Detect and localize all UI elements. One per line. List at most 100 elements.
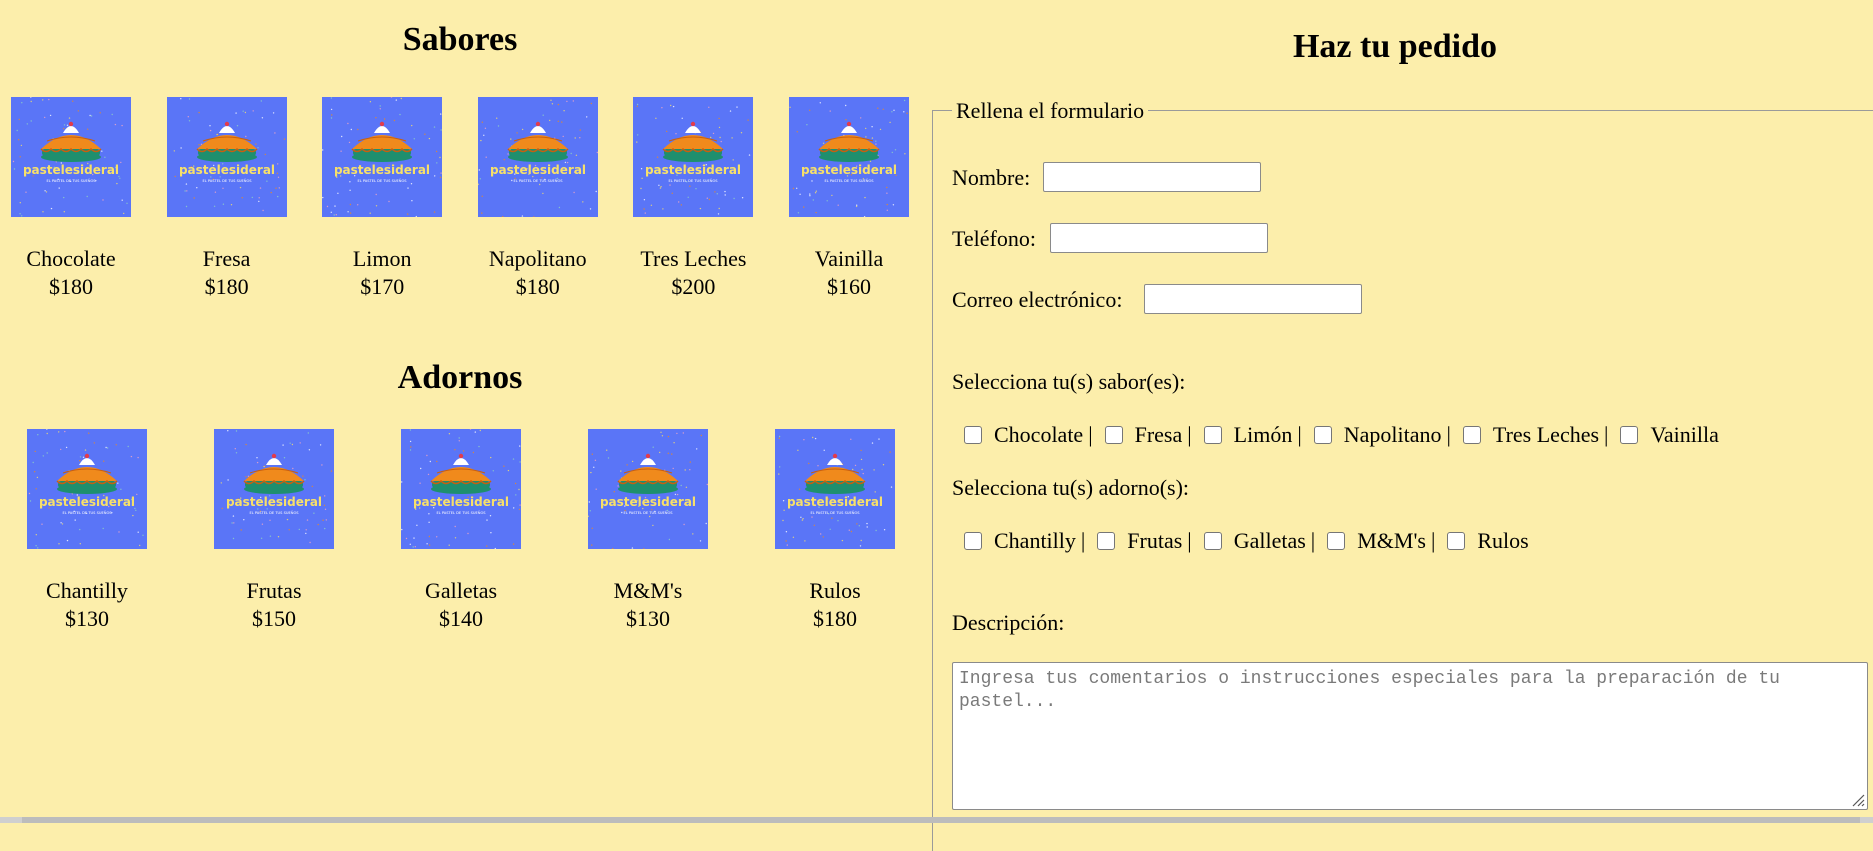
product-price: $200: [671, 274, 716, 299]
separator: |: [1080, 528, 1086, 553]
sabores-title: Sabores: [402, 21, 518, 58]
logo-wordmark: pastelesideral: [600, 495, 696, 509]
logo-tagline: EL PASTEL DE TUS SUEÑOS: [249, 510, 299, 515]
product-image: pastelesideral EL PASTEL DE TUS SUEÑOS: [214, 429, 334, 549]
checkbox-label[interactable]: Frutas: [1127, 527, 1182, 555]
checkbox-label[interactable]: Napolitano: [1344, 421, 1442, 449]
checkbox-option[interactable]: M&M's |: [1321, 527, 1441, 555]
checkbox-option[interactable]: Limón |: [1198, 421, 1308, 449]
checkbox-option[interactable]: Tres Leches |: [1457, 421, 1615, 449]
logo-tagline: EL PASTEL DE TUS SUEÑOS: [824, 178, 874, 183]
product-image: pastelesideral EL PASTEL DE TUS SUEÑOS: [322, 97, 443, 217]
logo-tagline: EL PASTEL DE TUS SUEÑOS: [810, 510, 860, 515]
logo-wordmark: pastelesideral: [645, 163, 741, 177]
checkbox-label[interactable]: Chocolate: [994, 421, 1083, 449]
product-name: Chantilly: [46, 578, 128, 603]
checkbox[interactable]: [964, 426, 982, 444]
product-name: Tres Leches: [640, 246, 747, 271]
product-image: pastelesideral EL PASTEL DE TUS SUEÑOS: [789, 97, 909, 217]
checkbox-label[interactable]: Limón: [1234, 421, 1293, 449]
pie-icon: [40, 121, 102, 162]
separator: |: [1297, 422, 1302, 447]
product-image: pastelesideral EL PASTEL DE TUS SUEÑOS: [401, 429, 521, 549]
checkbox[interactable]: [1104, 426, 1123, 444]
logo-wordmark: pastelesideral: [413, 495, 509, 509]
separator: |: [1187, 528, 1192, 553]
checkbox-option[interactable]: Rulos: [1441, 527, 1529, 555]
checkbox-option[interactable]: Napolitano |: [1308, 421, 1457, 449]
product-name: Frutas: [246, 578, 302, 603]
separator: |: [1088, 422, 1093, 447]
logo-wordmark: pastelesideral: [226, 495, 322, 509]
descripcion-placeholder: Ingresa tus comentarios o instrucciones …: [959, 669, 1780, 712]
adornos-title: Adornos: [397, 359, 523, 396]
checkbox-label[interactable]: M&M's: [1357, 527, 1426, 555]
product-name: Fresa: [202, 246, 251, 271]
checkbox[interactable]: [1447, 532, 1466, 550]
product-name: Vainilla: [814, 246, 884, 271]
logo-tagline: EL PASTEL DE TUS SUEÑOS: [436, 510, 486, 515]
checkbox[interactable]: [1313, 426, 1332, 444]
product-card-sabores: pastelesideral EL PASTEL DE TUS SUEÑOS Nap…: [468, 97, 608, 301]
checkbox-label[interactable]: Fresa: [1135, 421, 1183, 449]
logo-wordmark: pastelesideral: [179, 163, 275, 177]
product-image: pastelesideral EL PASTEL DE TUS SUEÑOS: [477, 97, 598, 217]
pie-icon: [617, 453, 679, 494]
horizontal-scrollbar-thumb[interactable]: [22, 817, 1860, 823]
telefono-label: Teléfono:: [952, 226, 1036, 251]
checkbox-label[interactable]: Tres Leches: [1493, 421, 1599, 449]
checkbox[interactable]: [1462, 426, 1481, 444]
checkbox-label[interactable]: Galletas: [1234, 527, 1306, 555]
telefono-input[interactable]: [1050, 223, 1268, 253]
product-name: Limon: [352, 246, 412, 271]
logo-wordmark: pastelesideral: [801, 163, 897, 177]
resize-grip-icon[interactable]: [1851, 793, 1865, 807]
product-image: pastelesideral EL PASTEL DE TUS SUEÑOS: [11, 97, 131, 217]
sabores-checkbox-group: Chocolate | Fresa | Limón | Napolitano | Tres Le…: [958, 421, 1719, 449]
pie-icon: [507, 121, 569, 162]
checkbox[interactable]: [964, 532, 982, 550]
separator: |: [1187, 422, 1192, 447]
checkbox-option[interactable]: Chantilly |: [958, 527, 1091, 555]
checkbox-option[interactable]: Fresa |: [1099, 421, 1198, 449]
checkbox-label[interactable]: Vainilla: [1650, 421, 1718, 449]
product-name: Napolitano: [488, 246, 587, 271]
correo-input[interactable]: [1144, 284, 1362, 314]
product-name: Rulos: [809, 578, 861, 603]
separator: |: [1310, 528, 1316, 553]
checkbox[interactable]: [1203, 426, 1222, 444]
product-price: $130: [65, 606, 109, 631]
checkbox-label[interactable]: Chantilly: [994, 527, 1076, 555]
product-price: $180: [49, 274, 93, 299]
product-price: $180: [515, 274, 560, 299]
product-image: pastelesideral EL PASTEL DE TUS SUEÑOS: [27, 429, 147, 549]
product-price: $140: [439, 606, 483, 631]
product-image: pastelesideral EL PASTEL DE TUS SUEÑOS: [166, 97, 287, 217]
product-card-sabores: pastelesideral EL PASTEL DE TUS SUEÑOS Lim…: [312, 97, 452, 301]
checkbox[interactable]: [1097, 532, 1116, 550]
order-title: Haz tu pedido: [1292, 28, 1498, 65]
checkbox[interactable]: [1620, 426, 1639, 444]
product-card-adornos: pastelesideral EL PASTEL DE TUS SUEÑOS Cha…: [17, 429, 157, 633]
descripcion-label: Descripción:: [952, 610, 1065, 635]
checkbox-option[interactable]: Chocolate |: [958, 421, 1099, 449]
product-name: Chocolate: [26, 246, 116, 271]
checkbox-label[interactable]: Rulos: [1477, 527, 1528, 555]
left-panel: Sabores pastelesideral EL PASTEL DE TUS S…: [0, 0, 930, 823]
pie-icon: [56, 453, 118, 494]
checkbox-option[interactable]: Frutas |: [1091, 527, 1197, 555]
product-card-adornos: pastelesideral EL PASTEL DE TUS SUEÑOS Gal…: [391, 429, 531, 633]
logo-tagline: EL PASTEL DE TUS SUEÑOS: [623, 510, 673, 515]
checkbox[interactable]: [1203, 532, 1222, 550]
checkbox-option[interactable]: Galletas |: [1198, 527, 1322, 555]
logo-tagline: EL PASTEL DE TUS SUEÑOS: [669, 178, 719, 183]
product-price: $150: [252, 606, 296, 631]
product-card-sabores: pastelesideral EL PASTEL DE TUS SUEÑOS Vai…: [779, 97, 919, 301]
descripcion-textarea[interactable]: Ingresa tus comentarios o instrucciones …: [952, 662, 1868, 810]
checkbox[interactable]: [1327, 532, 1346, 550]
product-price: $130: [626, 606, 670, 631]
product-name: Galletas: [424, 578, 498, 603]
checkbox-option[interactable]: Vainilla: [1614, 421, 1719, 449]
nombre-input[interactable]: [1043, 162, 1261, 192]
product-card-adornos: pastelesideral EL PASTEL DE TUS SUEÑOS Rul…: [765, 429, 905, 633]
